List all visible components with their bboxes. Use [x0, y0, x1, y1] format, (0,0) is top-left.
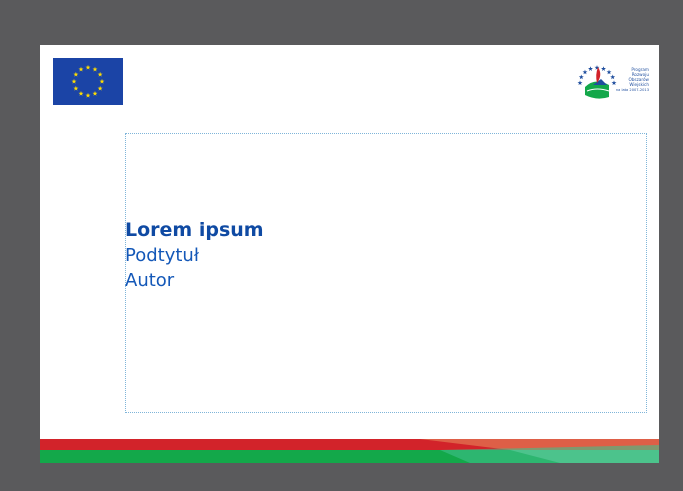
prow-star-icon [577, 80, 583, 86]
prow-star-icon [588, 66, 593, 71]
slide-subtitle[interactable]: Podtytuł [125, 243, 264, 268]
prow-star-icon [610, 74, 616, 80]
slide[interactable]: Program Rozwoju Obszarów Wiejskich na la… [40, 45, 659, 463]
prow-logo-icon: Program Rozwoju Obszarów Wiejskich na la… [573, 57, 651, 105]
footer-stripes [40, 439, 659, 463]
prow-star-icon [578, 74, 584, 80]
prow-star-icon [601, 66, 606, 71]
prow-text-line-4: Wiejskich [629, 82, 649, 87]
eu-flag-icon [53, 58, 123, 105]
prow-text-line-5: na lata 2007-2013 [616, 88, 649, 92]
slide-title[interactable]: Lorem ipsum [125, 217, 264, 243]
prow-star-icon [606, 69, 612, 75]
slide-author[interactable]: Autor [125, 268, 264, 293]
prow-star-icon [582, 69, 588, 75]
title-block[interactable]: Lorem ipsum Podtytuł Autor [125, 217, 264, 293]
editor-canvas: Program Rozwoju Obszarów Wiejskich na la… [0, 0, 683, 491]
prow-star-icon [611, 80, 617, 86]
